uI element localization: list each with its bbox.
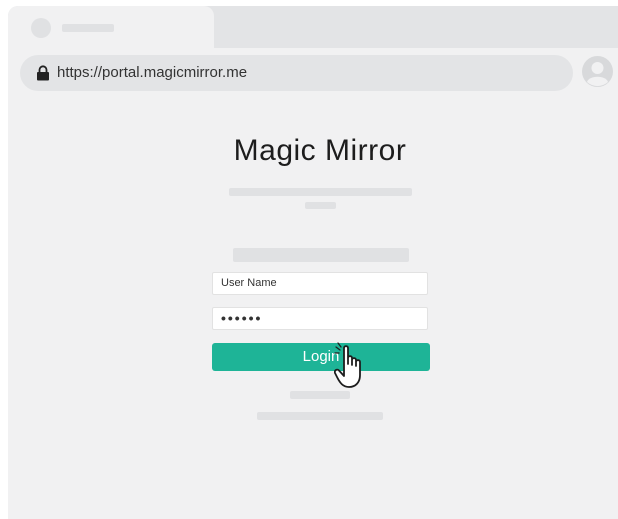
page-viewport: Magic Mirror User Name •••••• Login (8, 98, 618, 519)
password-field[interactable]: •••••• (212, 307, 428, 330)
browser-window: https://portal.magicmirror.me Magic Mirr… (8, 6, 618, 519)
footer-placeholder (290, 391, 350, 399)
subtitle-placeholder (229, 188, 412, 196)
hand-pointer-icon (334, 342, 361, 388)
heading-placeholder (233, 248, 409, 262)
login-button[interactable]: Login (212, 343, 430, 371)
lock-icon (37, 65, 49, 81)
footer-placeholder-wide (257, 412, 383, 420)
page-logo: Magic Mirror (233, 134, 407, 167)
browser-tab[interactable] (8, 6, 214, 48)
browser-toolbar: https://portal.magicmirror.me (8, 48, 618, 98)
tab-favicon-icon (31, 18, 51, 38)
account-icon[interactable] (581, 55, 614, 88)
url-text: https://portal.magicmirror.me (57, 64, 248, 81)
username-field[interactable]: User Name (212, 272, 428, 295)
subtitle-placeholder-short (305, 202, 336, 209)
address-bar[interactable]: https://portal.magicmirror.me (20, 55, 573, 91)
tab-title-placeholder (62, 24, 114, 32)
tab-strip (8, 6, 618, 48)
